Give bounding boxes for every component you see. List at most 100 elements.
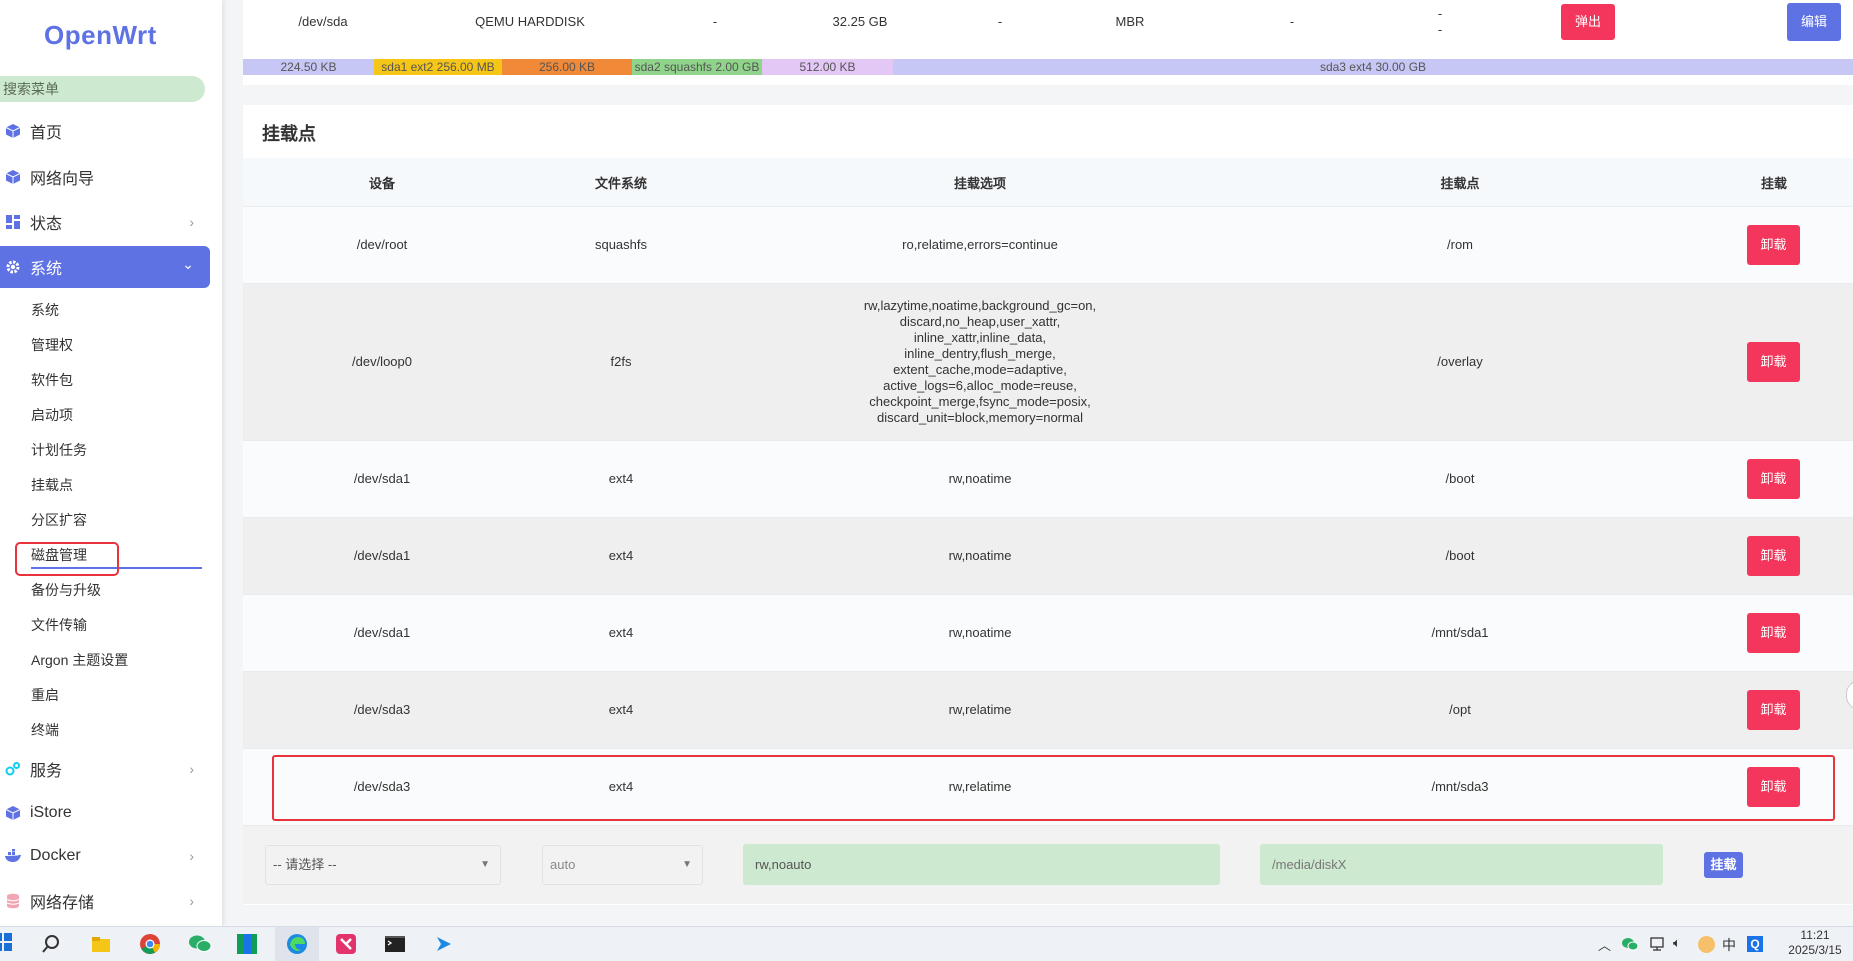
option-line: active_logs=6,alloc_mode=reuse,: [883, 378, 1077, 393]
submenu-startup[interactable]: 启动项: [31, 405, 73, 425]
tray-chevron-up-icon[interactable]: ︿: [1598, 935, 1611, 954]
cube-icon: [4, 168, 22, 186]
submenu-system[interactable]: 系统: [31, 300, 59, 320]
sidebar-item-label: Docker: [30, 847, 81, 864]
partition-segment[interactable]: 512.00 KB: [762, 59, 893, 75]
unmount-button[interactable]: 卸载: [1747, 225, 1800, 265]
clock[interactable]: 11:21 2025/3/15: [1780, 928, 1850, 958]
tray-app-icon[interactable]: [1698, 936, 1715, 953]
tray-wechat-icon[interactable]: [1621, 936, 1639, 952]
partition-segment[interactable]: 256.00 KB: [502, 59, 632, 75]
sidebar-item-home[interactable]: 首页: [0, 111, 210, 151]
tray-volume-icon[interactable]: 🔈︎: [1673, 935, 1681, 951]
cube-icon: [4, 804, 22, 822]
wechat-icon[interactable]: [188, 933, 212, 955]
eject-button[interactable]: 弹出: [1561, 4, 1615, 40]
disk-model: QEMU HARDDISK: [475, 14, 585, 29]
mount-button[interactable]: 挂载: [1704, 852, 1743, 878]
option-line: discard,no_heap,user_xattr,: [899, 314, 1061, 329]
submenu-reboot[interactable]: 重启: [31, 685, 59, 705]
chevron-down-icon: ⌄: [182, 256, 194, 272]
partition-segment[interactable]: sda2 squashfs 2.00 GB: [632, 59, 762, 75]
chevron-right-icon: ›: [189, 214, 194, 230]
sidebar-item-label: 网络存储: [30, 895, 95, 912]
option-line: discard_unit=block,memory=normal: [877, 410, 1083, 425]
sidebar-item-label: 状态: [30, 216, 63, 233]
caret-down-icon: ▼: [682, 859, 692, 870]
sidebar-item-label: 首页: [30, 125, 63, 142]
terminal-icon[interactable]: [384, 933, 406, 955]
unmount-button[interactable]: 卸载: [1747, 459, 1800, 499]
device-select[interactable]: -- 请选择 -- ▼: [265, 845, 501, 885]
unmount-button[interactable]: 卸载: [1747, 342, 1800, 382]
tray-network-icon[interactable]: [1648, 936, 1666, 952]
submenu-file-transfer[interactable]: 文件传输: [31, 615, 87, 635]
caret-down-icon: ▼: [480, 859, 490, 870]
row-options: ro,relatime,errors=continue: [902, 237, 1058, 252]
chrome-icon[interactable]: [139, 933, 161, 955]
row-options: rw,relatime: [948, 702, 1012, 717]
openwrt-logo[interactable]: OpenWrt: [44, 20, 157, 51]
unmount-button[interactable]: 卸载: [1747, 536, 1800, 576]
windows-start-icon[interactable]: [0, 933, 16, 955]
edit-button[interactable]: 编辑: [1787, 3, 1841, 41]
edge-icon[interactable]: [286, 933, 308, 955]
row-device: /dev/loop0: [352, 354, 412, 369]
row-mount-point: /boot: [1445, 548, 1475, 563]
sidebar-item-status[interactable]: 状态 ›: [0, 202, 210, 242]
gears-icon: [4, 760, 22, 778]
option-line: extent_cache,mode=adaptive,: [893, 362, 1067, 377]
taskbar: ︿ 🔈︎ 中 Q 11:21 2025/3/15: [0, 926, 1853, 961]
partition-segment[interactable]: sda1 ext2 256.00 MB: [374, 59, 502, 75]
disk-dash: -: [1437, 22, 1443, 37]
sidebar-item-services[interactable]: 服务 ›: [0, 749, 210, 789]
submenu-argon-theme[interactable]: Argon 主题设置: [31, 650, 128, 670]
submenu-partition-expand[interactable]: 分区扩容: [31, 510, 87, 530]
row-mount-point: /boot: [1445, 471, 1475, 486]
sidebar-item-network-wizard[interactable]: 网络向导: [0, 157, 210, 197]
database-icon: [4, 892, 22, 910]
docker-icon: [4, 847, 22, 865]
mount-point-input[interactable]: /media/diskX: [1260, 844, 1663, 885]
unmount-button[interactable]: 卸载: [1747, 613, 1800, 653]
row-filesystem: ext4: [608, 471, 634, 486]
sidebar-item-label: 网络向导: [30, 171, 95, 188]
search-icon[interactable]: [40, 933, 62, 955]
partition-segment[interactable]: 224.50 KB: [243, 59, 374, 75]
app-icon[interactable]: [236, 933, 258, 955]
unmount-button[interactable]: 卸载: [1747, 767, 1800, 807]
header-filesystem: 文件系统: [594, 176, 647, 191]
row-filesystem: squashfs: [594, 237, 648, 252]
mount-options-input[interactable]: rw,noauto: [743, 844, 1220, 885]
submenu-backup-upgrade[interactable]: 备份与升级: [31, 580, 101, 600]
tray-q-icon[interactable]: Q: [1747, 936, 1763, 952]
submenu-mount-points[interactable]: 挂载点: [31, 475, 73, 495]
disk-size: 32.25 GB: [832, 14, 888, 29]
row-device: /dev/sda3: [353, 779, 411, 794]
sidebar-item-istore[interactable]: iStore: [0, 793, 210, 833]
disk-table-type: MBR: [1115, 14, 1145, 29]
submenu-software[interactable]: 软件包: [31, 370, 73, 390]
arrow-app-icon[interactable]: [433, 933, 455, 955]
submenu-scheduled-tasks[interactable]: 计划任务: [31, 440, 87, 460]
row-device: /dev/sda1: [353, 625, 411, 640]
row-device: /dev/sda1: [353, 548, 411, 563]
chevron-right-icon: ›: [189, 848, 194, 864]
row-mount-point: /rom: [1447, 237, 1473, 252]
submenu-terminal[interactable]: 终端: [31, 720, 59, 740]
app-red-icon[interactable]: [335, 933, 357, 955]
unmount-button[interactable]: 卸载: [1747, 690, 1800, 730]
submenu-administration[interactable]: 管理权: [31, 335, 73, 355]
filesystem-select[interactable]: auto ▼: [542, 845, 703, 885]
file-explorer-icon[interactable]: [90, 933, 112, 955]
row-filesystem: ext4: [608, 548, 634, 563]
row-options: rw,relatime: [948, 779, 1012, 794]
menu-search-input[interactable]: 搜索菜单: [0, 76, 205, 102]
sidebar-item-network-storage[interactable]: 网络存储 ›: [0, 881, 210, 921]
partition-segment[interactable]: sda3 ext4 30.00 GB: [893, 59, 1853, 75]
ime-indicator[interactable]: 中: [1722, 935, 1736, 955]
sidebar-item-docker[interactable]: Docker ›: [0, 836, 210, 876]
sidebar-item-system[interactable]: 系统 ⌄: [0, 246, 210, 288]
section-title: 挂载点: [262, 124, 316, 144]
row-filesystem: f2fs: [610, 354, 632, 369]
